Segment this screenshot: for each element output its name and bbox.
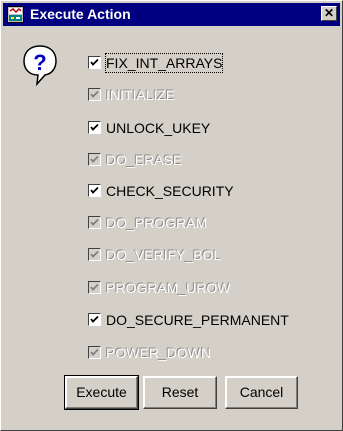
checkbox[interactable] bbox=[88, 313, 101, 326]
question-icon: ? bbox=[23, 45, 57, 87]
checkbox bbox=[88, 216, 101, 229]
checkbox[interactable] bbox=[88, 184, 101, 197]
option-label: DO_PROGRAM bbox=[106, 215, 208, 231]
check-icon bbox=[90, 250, 99, 258]
option-label: UNLOCK_UKEY bbox=[106, 120, 211, 136]
checkbox bbox=[88, 248, 101, 261]
check-icon bbox=[90, 123, 99, 131]
checkbox[interactable] bbox=[88, 121, 101, 134]
option-label: CHECK_SECURITY bbox=[106, 183, 234, 199]
execute-action-dialog: Execute Action ✕ ? FIX_INT_ARRAYS INITIAL… bbox=[0, 0, 343, 431]
check-icon bbox=[90, 155, 99, 163]
checkbox bbox=[88, 88, 101, 101]
option-label: DO_ERASE bbox=[106, 152, 183, 168]
svg-text:?: ? bbox=[33, 50, 46, 75]
option-label: DO_SECURE_PERMANENT bbox=[106, 312, 289, 328]
window-title: Execute Action bbox=[30, 6, 131, 22]
option-label: FIX_INT_ARRAYS bbox=[104, 53, 224, 73]
app-icon bbox=[7, 6, 24, 23]
checkbox bbox=[88, 153, 101, 166]
option-label: INITIALIZE bbox=[106, 87, 176, 103]
reset-button[interactable]: Reset bbox=[143, 376, 217, 409]
close-button[interactable]: ✕ bbox=[321, 6, 337, 21]
option-label: PROGRAM_UROW bbox=[106, 280, 231, 296]
cancel-button[interactable]: Cancel bbox=[225, 376, 298, 409]
option-label: DO_VERIFY_BOL bbox=[106, 247, 222, 263]
execute-button[interactable]: Execute bbox=[64, 375, 139, 410]
check-icon bbox=[90, 90, 99, 98]
checkbox bbox=[88, 281, 101, 294]
check-icon bbox=[90, 186, 99, 194]
check-icon bbox=[90, 58, 99, 66]
checkbox[interactable] bbox=[88, 56, 101, 69]
check-icon bbox=[90, 283, 99, 291]
check-icon bbox=[90, 218, 99, 226]
check-icon bbox=[90, 315, 99, 323]
title-bar[interactable]: Execute Action ✕ bbox=[3, 3, 340, 26]
check-icon bbox=[90, 348, 99, 356]
checkbox bbox=[88, 346, 101, 359]
option-label: POWER_DOWN bbox=[106, 345, 211, 361]
